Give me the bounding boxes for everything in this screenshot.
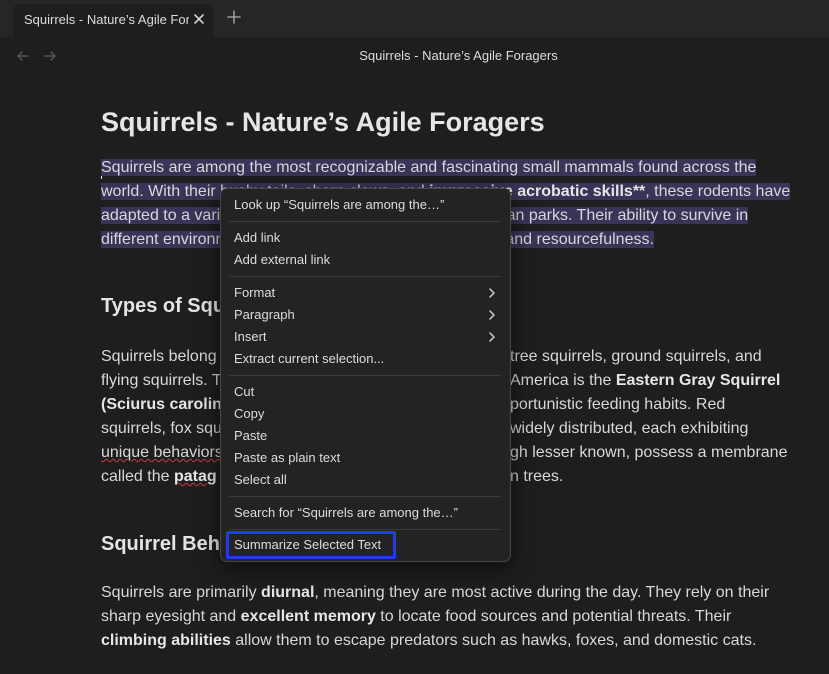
menu-item-label: Paragraph: [234, 307, 295, 322]
text-span: n trees.: [510, 468, 564, 485]
chevron-right-icon: [489, 332, 495, 342]
menu-separator: [229, 375, 501, 376]
view-header-title: Squirrels - Nature’s Agile Foragers: [359, 48, 558, 63]
chevron-right-icon: [489, 310, 495, 320]
menu-item-summarize-selected-text[interactable]: Summarize Selected Text: [234, 535, 499, 555]
menu-separator: [229, 529, 501, 530]
menu-separator: [229, 221, 501, 222]
menu-item-select-all[interactable]: Select all: [234, 470, 499, 490]
text-span: called the: [101, 468, 174, 485]
menu-item-cut[interactable]: Cut: [234, 382, 499, 402]
plus-icon[interactable]: [226, 9, 242, 25]
bold-text: Eastern Gray Squirrel: [615, 372, 781, 389]
menu-separator: [229, 276, 501, 277]
page-title: Squirrels - Nature’s Agile Foragers: [101, 107, 545, 137]
menu-item-paragraph[interactable]: Paragraph: [234, 305, 499, 325]
menu-item-insert[interactable]: Insert: [234, 327, 499, 347]
text-span: tree squirrels, ground squirrels, and: [510, 348, 762, 365]
text-span: flying squirrels. T: [101, 372, 222, 389]
text-span: Squirrels belong: [101, 348, 217, 365]
menu-item-paste-plain-text[interactable]: Paste as plain text: [234, 448, 499, 468]
close-icon[interactable]: [192, 12, 206, 26]
text-span: Squirrels are primarily: [101, 584, 262, 601]
text-span: portunistic feeding habits. Red: [510, 396, 726, 413]
bold-text: (Sciurus carolin: [101, 396, 222, 413]
menu-separator: [229, 496, 501, 497]
heading-types: Types of Squ: [101, 295, 226, 317]
text-span: gh lesser known, possess a membrane: [510, 444, 788, 461]
menu-item-extract-selection[interactable]: Extract current selection...: [234, 349, 499, 369]
text-span: America is the: [510, 372, 616, 389]
menu-item-search-for[interactable]: Search for “Squirrels are among the…”: [234, 503, 499, 523]
bold-text: climbing abilities: [101, 632, 231, 649]
tab-squirrels[interactable]: Squirrels - Nature’s Agile Foragers: [13, 4, 213, 37]
menu-item-add-external-link[interactable]: Add external link: [234, 250, 499, 270]
bold-text: excellent memory: [240, 608, 376, 625]
bold-text: diurnal: [261, 584, 315, 601]
menu-item-label: Format: [234, 285, 276, 300]
menu-item-paste[interactable]: Paste: [234, 426, 499, 446]
text-span: , meaning they are most active during th…: [314, 584, 770, 601]
text-span: widely distributed, each exhibiting: [510, 420, 749, 437]
context-menu: Look up “Squirrels are among the…” Add l…: [220, 188, 511, 562]
chevron-right-icon: [489, 288, 495, 298]
text-span: squirrels, fox squ: [101, 420, 222, 437]
tab-bar: Squirrels - Nature’s Agile Foragers: [0, 0, 829, 37]
menu-item-label: Insert: [234, 329, 267, 344]
heading-behavior: Squirrel Beh: [101, 533, 220, 555]
bold-text: patag: [173, 468, 217, 485]
paragraph-behavior[interactable]: Squirrels are primarily diurnal, meaning…: [101, 581, 801, 653]
menu-item-look-up[interactable]: Look up “Squirrels are among the…”: [234, 195, 499, 215]
tab-title: Squirrels - Nature’s Agile Foragers: [24, 12, 189, 27]
text-span: to locate food sources and potential thr…: [375, 608, 732, 625]
view-header: Squirrels - Nature’s Agile Foragers: [0, 37, 829, 75]
menu-item-format[interactable]: Format: [234, 283, 499, 303]
menu-item-add-link[interactable]: Add link: [234, 228, 499, 248]
text-span: allow them to escape predators such as h…: [230, 632, 757, 649]
misspelled-text: unique behaviors: [101, 444, 223, 461]
menu-item-copy[interactable]: Copy: [234, 404, 499, 424]
text-span: sharp eyesight and: [101, 608, 241, 625]
